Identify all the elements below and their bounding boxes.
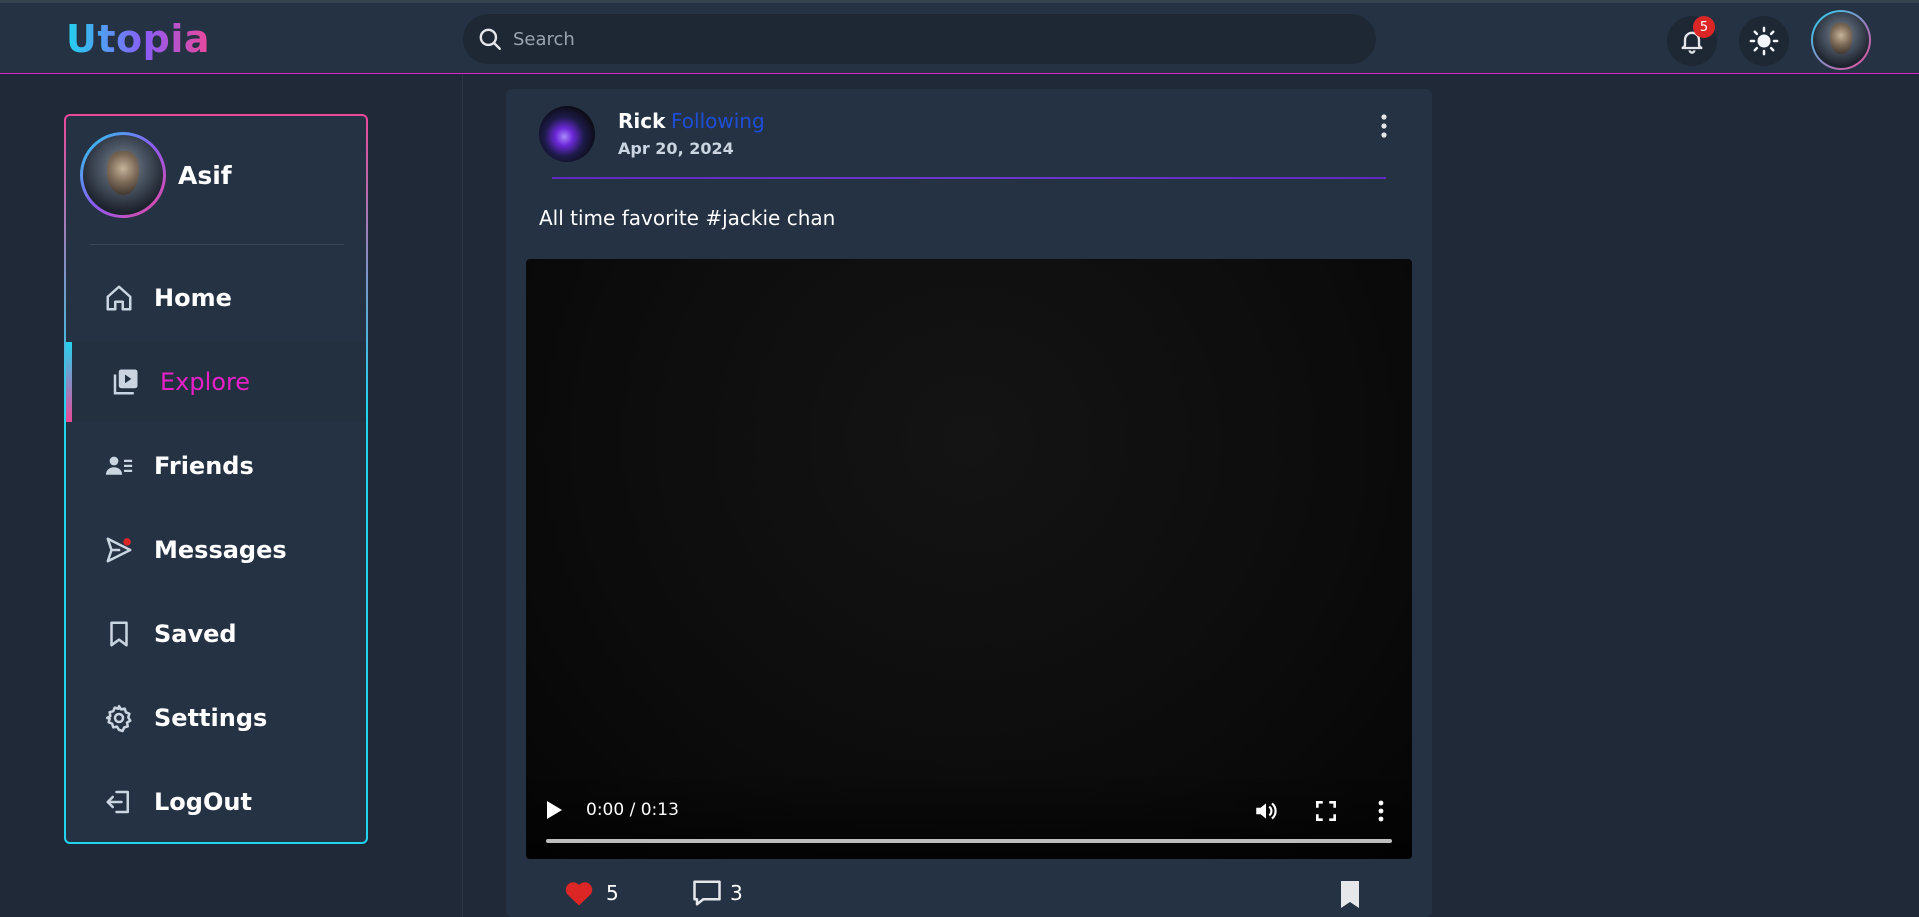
sidebar-item-label: Explore <box>160 368 251 396</box>
notifications-button[interactable]: 5 <box>1667 16 1717 66</box>
more-options-icon[interactable] <box>1372 111 1396 141</box>
sidebar-item-messages[interactable]: Messages <box>66 510 366 590</box>
avatar-image <box>1813 12 1869 68</box>
post-actions: 5 3 <box>506 871 1432 917</box>
sidebar-item-home[interactable]: Home <box>66 258 366 338</box>
theme-toggle-button[interactable] <box>1739 16 1789 66</box>
post-caption: All time favorite #jackie chan <box>539 206 836 230</box>
video-progress-bar[interactable] <box>546 839 1392 843</box>
sidebar-item-label: Friends <box>154 452 254 480</box>
sidebar-item-label: LogOut <box>154 788 252 816</box>
video-controls: 0:00 / 0:13 <box>526 769 1412 859</box>
user-avatar[interactable] <box>1811 10 1871 70</box>
volume-icon[interactable] <box>1253 798 1279 824</box>
avatar-image <box>83 135 163 215</box>
friends-icon <box>105 456 133 475</box>
follow-status-button[interactable]: Following <box>671 109 765 133</box>
sidebar-item-label: Home <box>154 284 232 312</box>
search-input[interactable] <box>513 21 1333 57</box>
sidebar-item-friends[interactable]: Friends <box>66 426 366 506</box>
notification-badge: 5 <box>1693 16 1715 38</box>
search-bar[interactable] <box>463 14 1376 64</box>
sidebar-item-settings[interactable]: Settings <box>66 678 366 758</box>
like-count: 5 <box>606 881 619 905</box>
video-more-icon[interactable] <box>1372 798 1390 824</box>
sun-icon <box>1749 26 1779 56</box>
messages-icon <box>106 537 132 563</box>
sidebar-item-explore[interactable]: Explore <box>66 342 366 422</box>
play-icon[interactable] <box>544 799 564 821</box>
video-player[interactable]: 0:00 / 0:13 <box>526 259 1412 859</box>
sidebar-item-label: Settings <box>154 704 268 732</box>
logout-icon <box>106 790 129 814</box>
post-divider <box>552 177 1386 179</box>
comment-icon[interactable] <box>692 879 722 907</box>
profile-name[interactable]: Asif <box>178 161 232 190</box>
profile-avatar[interactable] <box>80 132 166 218</box>
video-library-icon <box>113 369 138 395</box>
sidebar-item-saved[interactable]: Saved <box>66 594 366 674</box>
home-icon <box>106 285 132 311</box>
sidebar-profile[interactable]: Asif <box>80 132 232 218</box>
app-logo[interactable]: Utopia <box>66 17 210 61</box>
video-time: 0:00 / 0:13 <box>586 800 679 820</box>
sidebar-item-logout[interactable]: LogOut <box>66 762 366 842</box>
sidebar: Asif Home Explore Friends Messages Saved… <box>64 114 368 844</box>
sidebar-item-label: Messages <box>154 536 287 564</box>
search-icon <box>479 28 501 50</box>
fullscreen-icon[interactable] <box>1313 798 1339 824</box>
sidebar-divider <box>90 244 344 245</box>
author-name[interactable]: Rick <box>618 109 665 133</box>
bookmark-icon <box>110 621 128 647</box>
author-avatar[interactable] <box>539 106 595 162</box>
post-date: Apr 20, 2024 <box>618 139 734 158</box>
gear-icon <box>105 704 132 733</box>
comment-count: 3 <box>730 881 743 905</box>
sidebar-item-label: Saved <box>154 620 237 648</box>
post-card: Rick Following Apr 20, 2024 All time fav… <box>506 89 1432 917</box>
bookmark-icon[interactable] <box>1338 879 1362 909</box>
top-bar: Utopia 5 <box>0 0 1919 74</box>
heart-icon[interactable] <box>564 879 594 907</box>
